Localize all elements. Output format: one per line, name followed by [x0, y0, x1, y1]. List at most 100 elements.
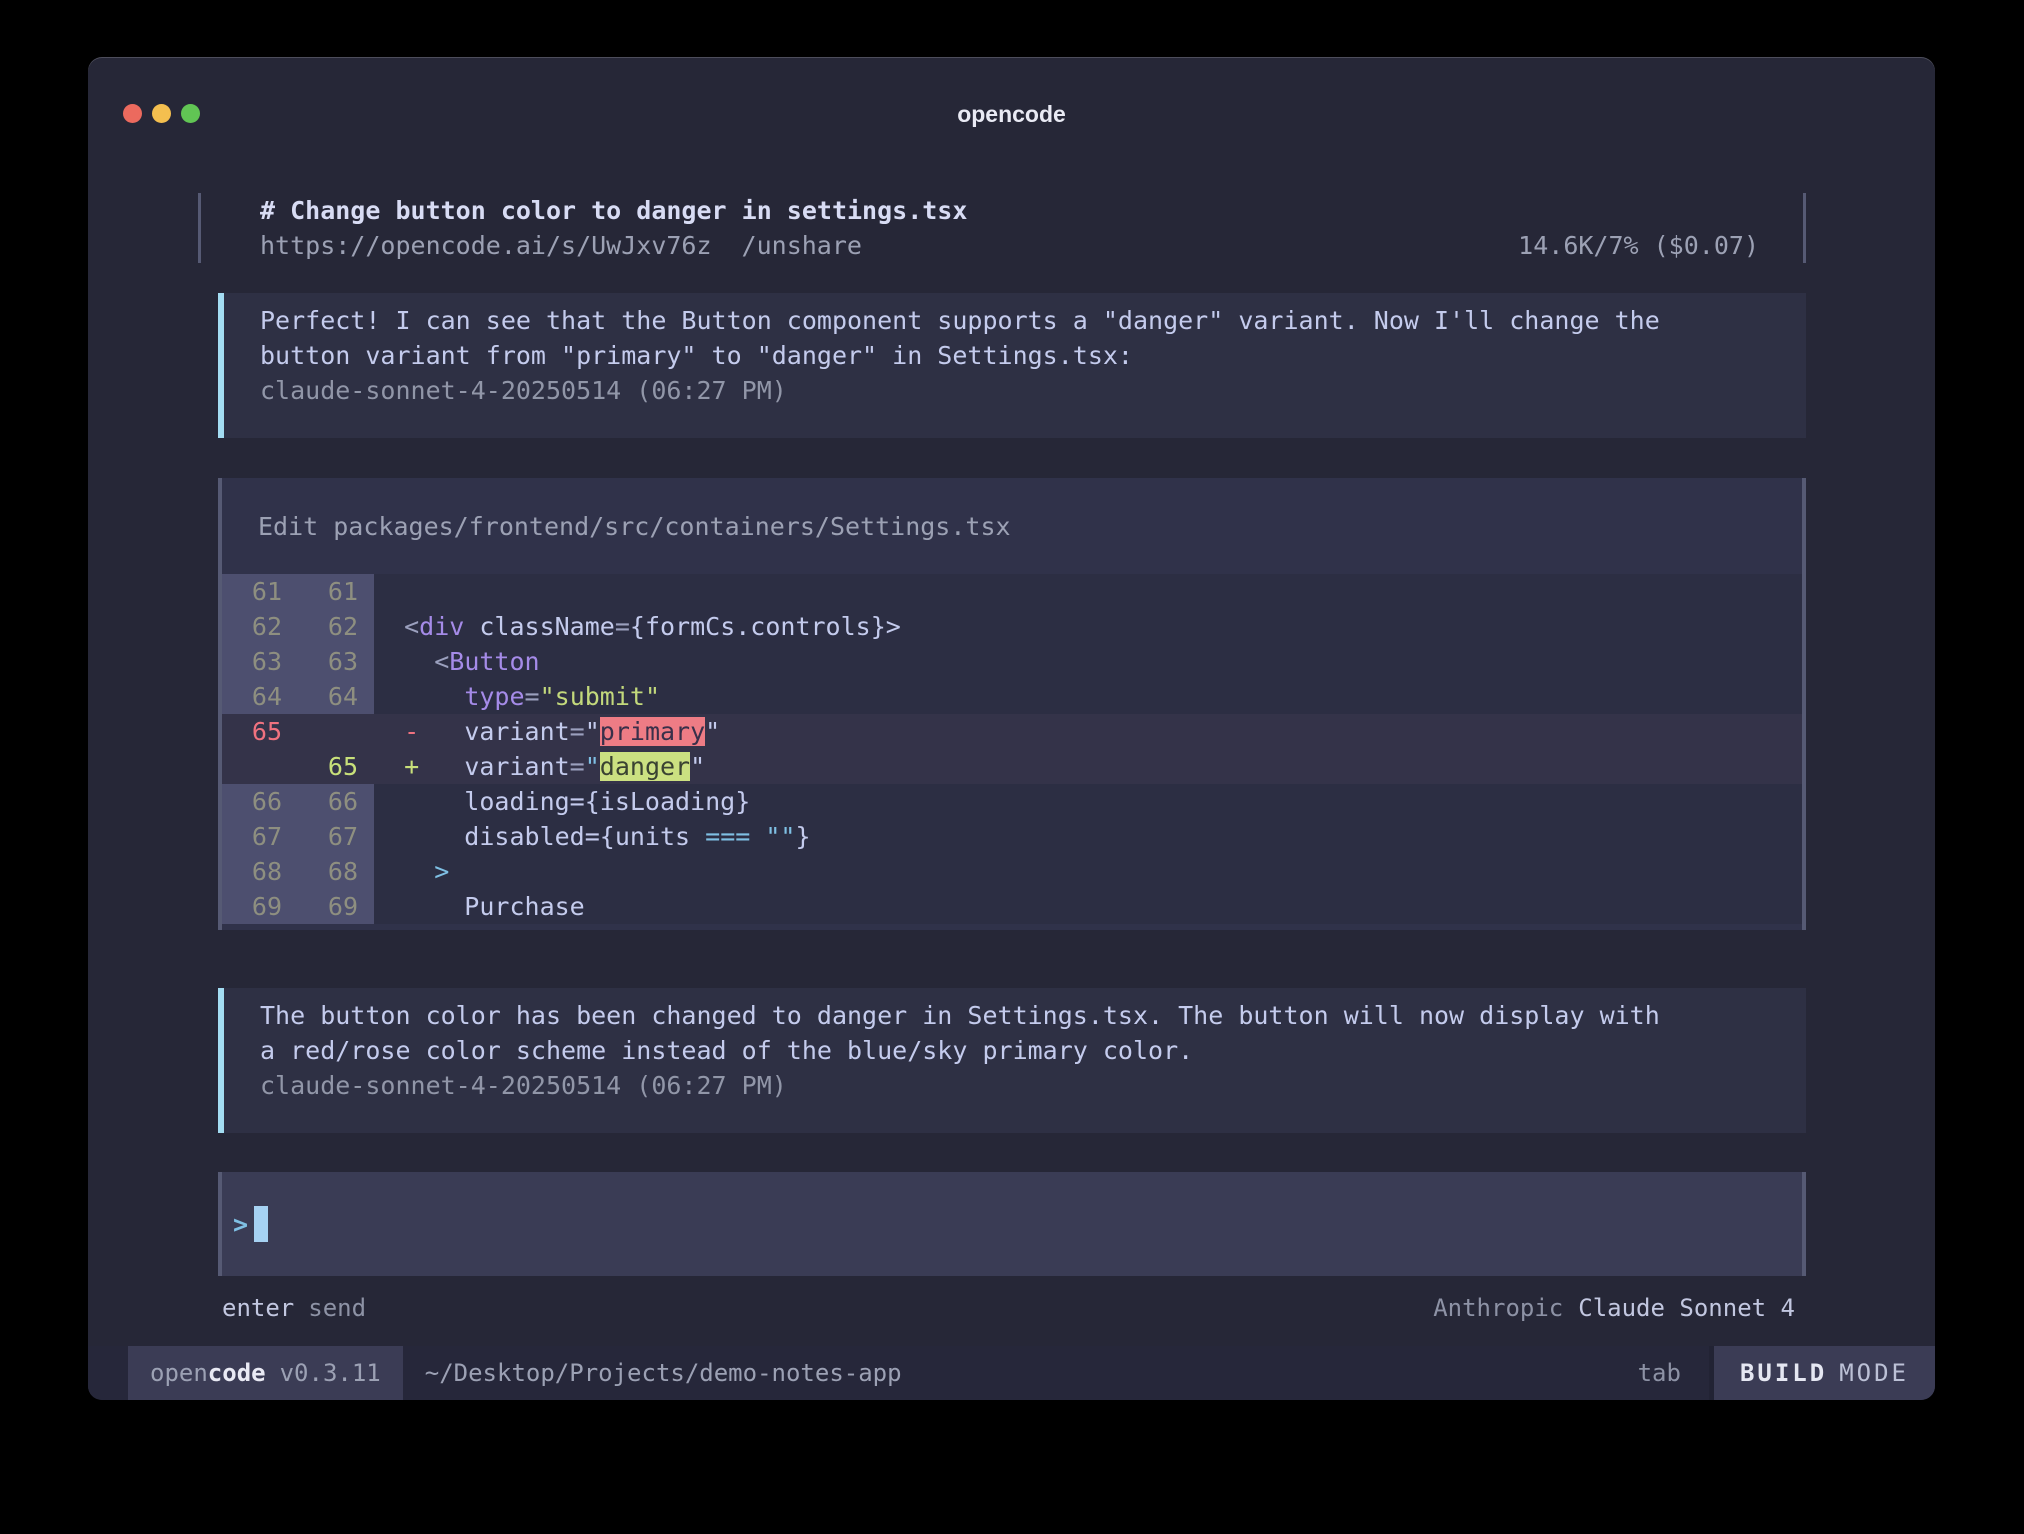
code-token: +	[374, 752, 464, 781]
code-token: =	[615, 612, 630, 641]
diff-row: 63 63 <Button	[222, 644, 1802, 679]
code-token: loading={isLoading}	[374, 787, 750, 816]
old-line-number: 66	[222, 784, 298, 819]
code-token	[374, 682, 464, 711]
opencode-window: opencode # Change button color to danger…	[88, 57, 1935, 1400]
assistant-message: Perfect! I can see that the Button compo…	[218, 293, 1806, 438]
old-line-number: 68	[222, 854, 298, 889]
code-token: ===	[705, 822, 750, 851]
diff-row: 62 62 <div className={formCs.controls}>	[222, 609, 1802, 644]
enter-key-hint: enter	[222, 1293, 294, 1323]
titlebar: opencode	[88, 57, 1935, 193]
code-token: primary	[600, 717, 705, 746]
prompt-input[interactable]: >	[218, 1172, 1806, 1276]
send-label: send	[308, 1293, 366, 1323]
code-token: =	[570, 717, 585, 746]
code-token: variant	[464, 717, 569, 746]
new-line-number	[298, 714, 374, 749]
hint-row: enter send Anthropic Claude Sonnet 4	[218, 1293, 1806, 1323]
code-token: className	[464, 612, 615, 641]
mode-chip[interactable]: BUILD MODE	[1709, 1346, 1935, 1400]
code-line: type="submit"	[374, 679, 1802, 714]
share-url[interactable]: https://opencode.ai/s/UwJxv76z	[260, 228, 712, 263]
message-line: button variant from "primary" to "danger…	[260, 338, 1770, 373]
code-line: disabled={units === ""}	[374, 819, 1802, 854]
working-directory: ~/Desktop/Projects/demo-notes-app	[425, 1359, 902, 1387]
new-line-number: 67	[298, 819, 374, 854]
app-version: v0.3.11	[280, 1359, 381, 1387]
token-cost-stats: 14.6K/7% ($0.07)	[1518, 228, 1803, 263]
mode-mode-label: MODE	[1839, 1359, 1909, 1387]
code-token: <	[374, 612, 419, 641]
code-token: =	[570, 752, 585, 781]
diff-row: 64 64 type="submit"	[222, 679, 1802, 714]
tab-key-hint: tab	[1638, 1359, 1681, 1387]
old-line-number: 62	[222, 609, 298, 644]
code-token: "	[585, 717, 600, 746]
session-subheader: https://opencode.ai/s/UwJxv76z /unshare …	[260, 228, 1803, 263]
session-title: # Change button color to danger in setti…	[260, 193, 1803, 228]
code-token: "	[705, 717, 720, 746]
code-line: Purchase	[374, 889, 1802, 924]
code-token: ""	[765, 822, 795, 851]
new-line-number: 64	[298, 679, 374, 714]
old-line-number: 67	[222, 819, 298, 854]
old-line-number: 69	[222, 889, 298, 924]
app-name-code: code	[208, 1359, 266, 1387]
code-token: >	[374, 857, 449, 886]
mode-build-label: BUILD	[1740, 1359, 1827, 1387]
diff-row: 67 67 disabled={units === ""}	[222, 819, 1802, 854]
assistant-message: The button color has been changed to dan…	[218, 988, 1806, 1133]
code-token: -	[374, 717, 464, 746]
code-token: disabled={units	[374, 822, 705, 851]
window-title: opencode	[88, 101, 1935, 128]
code-token: "	[690, 752, 705, 781]
code-token: danger	[600, 752, 690, 781]
new-line-number: 66	[298, 784, 374, 819]
diff-row: 68 68 >	[222, 854, 1802, 889]
code-line: <Button	[374, 644, 1802, 679]
code-token: type	[464, 682, 524, 711]
diff-row: 69 69 Purchase	[222, 889, 1802, 924]
unshare-command: /unshare	[742, 228, 862, 263]
new-line-number: 61	[298, 574, 374, 609]
code-line: <div className={formCs.controls}>	[374, 609, 1802, 644]
code-token: div	[419, 612, 464, 641]
new-line-number: 65	[298, 749, 374, 784]
new-line-number: 63	[298, 644, 374, 679]
code-token: variant	[464, 752, 569, 781]
old-line-number: 65	[222, 714, 298, 749]
code-line: loading={isLoading}	[374, 784, 1802, 819]
edit-tool-title: Edit packages/frontend/src/containers/Se…	[222, 514, 1802, 540]
app-version-chip: opencode v0.3.11	[128, 1346, 403, 1400]
code-line	[374, 574, 1802, 609]
session-header: # Change button color to danger in setti…	[198, 193, 1806, 263]
code-token: "submit"	[540, 682, 660, 711]
diff-row: 61 61	[222, 574, 1802, 609]
old-line-number: 61	[222, 574, 298, 609]
message-line: a red/rose color scheme instead of the b…	[260, 1033, 1770, 1068]
text-cursor	[254, 1206, 268, 1242]
new-line-number: 62	[298, 609, 374, 644]
code-token: Purchase	[374, 892, 585, 921]
code-token: }	[795, 822, 810, 851]
message-line: The button color has been changed to dan…	[260, 998, 1770, 1033]
message-line: Perfect! I can see that the Button compo…	[260, 303, 1770, 338]
old-line-number	[222, 749, 298, 784]
model-timestamp: claude-sonnet-4-20250514 (06:27 PM)	[260, 373, 1770, 408]
old-line-number: 64	[222, 679, 298, 714]
diff-row-removed: 65 - variant="primary"	[222, 714, 1802, 749]
status-bar: opencode v0.3.11 ~/Desktop/Projects/demo-…	[88, 1346, 1935, 1400]
model-timestamp: claude-sonnet-4-20250514 (06:27 PM)	[260, 1068, 1770, 1103]
app-name-open: open	[150, 1359, 208, 1387]
code-token: =	[525, 682, 540, 711]
code-token: {formCs.controls}>	[630, 612, 901, 641]
code-token: "	[585, 752, 600, 781]
diff-view: 61 61 62 62 <div className={formCs.contr…	[222, 574, 1802, 924]
edit-tool-block: Edit packages/frontend/src/containers/Se…	[218, 478, 1806, 930]
code-token: <	[374, 647, 449, 676]
code-line: + variant="danger"	[374, 749, 1802, 784]
code-token: Button	[449, 647, 539, 676]
model-label: Claude Sonnet 4	[1578, 1293, 1795, 1323]
provider-label: Anthropic	[1433, 1293, 1563, 1323]
